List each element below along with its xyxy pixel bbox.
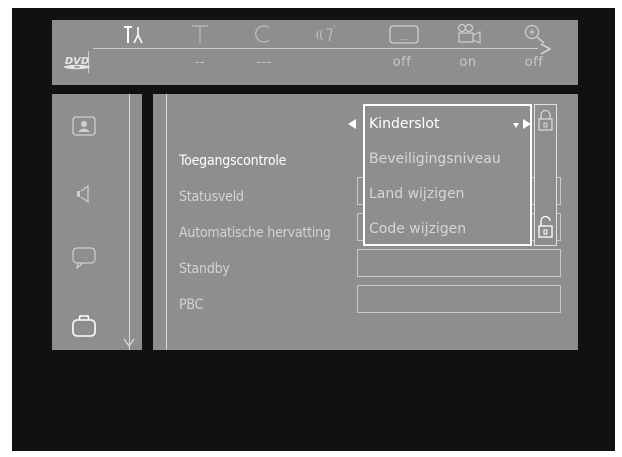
chevron-down-icon[interactable] — [123, 338, 136, 348]
menu-item-pbc[interactable]: PBC — [179, 297, 203, 313]
submenu-item-kinderslot[interactable]: Kinderslot — [369, 116, 439, 132]
submenu-item-beveiligingsniveau[interactable]: Beveiligingsniveau — [369, 151, 501, 167]
zoom-icon[interactable] — [518, 22, 554, 46]
top-bar-divider — [93, 48, 538, 49]
chapter-icon[interactable] — [246, 22, 282, 46]
features-icon[interactable] — [66, 308, 102, 344]
subtitle-value: off — [392, 55, 412, 70]
standby-value-box[interactable] — [357, 249, 561, 277]
angle-icon[interactable] — [452, 22, 488, 46]
svg-text:....: .... — [399, 33, 409, 42]
language-settings-icon[interactable]: ... — [66, 240, 102, 276]
menu-item-toegangscontrole[interactable]: Toegangscontrole — [179, 153, 286, 169]
arrow-right-icon[interactable] — [522, 118, 532, 130]
lock-closed-icon[interactable] — [537, 108, 554, 132]
menu-item-standby[interactable]: Standby — [179, 261, 230, 277]
subtitle-icon[interactable]: .... — [386, 22, 422, 46]
picture-settings-icon[interactable] — [66, 108, 102, 144]
svg-text:...: ... — [81, 252, 88, 260]
title-value: -- — [194, 55, 206, 70]
submenu-item-land-wijzigen[interactable]: Land wijzigen — [369, 186, 464, 202]
arrow-left-icon[interactable] — [347, 118, 357, 130]
submenu-item-code-wijzigen[interactable]: Code wijzigen — [369, 221, 466, 237]
pbc-value-box[interactable] — [357, 285, 561, 313]
menu-item-statusveld[interactable]: Statusveld — [179, 189, 244, 205]
sound-settings-icon[interactable] — [66, 176, 102, 212]
angle-value: on — [459, 55, 477, 70]
preferences-icon[interactable] — [116, 22, 152, 46]
osd-screen: .... DVD -- --- off on off ... Toegangsc… — [12, 8, 615, 451]
small-arrow-icon — [513, 123, 519, 128]
menu-item-automatische-hervatting[interactable]: Automatische hervatting — [179, 225, 331, 241]
dvd-logo: DVD — [64, 56, 90, 70]
audio-icon[interactable] — [310, 22, 346, 46]
sidebar-scroll-track[interactable] — [129, 94, 130, 350]
panel-divider — [166, 94, 167, 350]
title-icon[interactable] — [182, 22, 218, 46]
lock-open-icon[interactable] — [537, 214, 554, 240]
chapter-value: --- — [256, 55, 272, 70]
zoom-value: off — [524, 55, 544, 70]
